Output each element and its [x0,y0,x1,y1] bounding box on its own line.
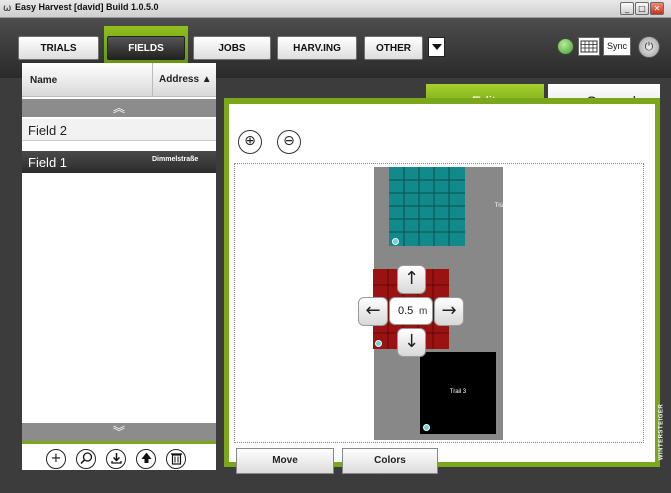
add-field-button[interactable]: + [46,449,66,469]
trial-2-label: Trial 2 [494,203,512,209]
sync-button[interactable]: Sync [603,37,631,56]
tab-fields[interactable]: FIELDS [107,36,185,60]
zoom-in-icon: ⊕ [244,133,256,149]
zoom-out-icon: ⊖ [283,133,295,149]
import-icon [110,453,122,464]
other-dropdown-button[interactable] [428,37,445,57]
import-field-button[interactable] [106,449,126,469]
minimize-button[interactable]: _ [620,2,634,15]
trial-red-anchor-dot[interactable] [375,340,382,347]
tab-other[interactable]: OTHER [364,36,423,60]
close-button[interactable]: ✕ [650,2,664,15]
tab-harv-ing[interactable]: HARV.ING [277,36,357,60]
move-button[interactable]: Move [236,448,334,474]
step-size-unit: m [419,306,428,317]
trial-2-grid [389,167,465,246]
window-title: Easy Harvest [david] Build 1.0.5.0 [15,2,159,12]
field-list-panel: Name Address ▲ ︽ Field 2 Field 1 Dimmels… [22,63,216,467]
power-button[interactable]: ⏻ [638,36,660,58]
field-row[interactable]: Field 2 [22,119,216,141]
move-left-button[interactable]: ← [358,297,388,326]
keyboard-button[interactable] [578,37,600,56]
export-icon [141,452,151,463]
column-address-header[interactable]: Address ▲ [152,63,216,96]
delete-icon [170,453,182,465]
field-actions-bar: + [22,441,216,470]
app-icon: ω [3,3,12,14]
tab-jobs[interactable]: JOBS [193,36,271,60]
tab-trials[interactable]: TRIALS [18,36,99,60]
zoom-in-button[interactable]: ⊕ [238,130,262,154]
move-right-button[interactable]: → [434,297,464,326]
search-icon [79,452,92,465]
power-icon: ⏻ [644,40,654,53]
trial-2-anchor-dot[interactable] [392,238,399,245]
search-field-button[interactable] [76,449,96,469]
arrow-down-icon: ↓ [403,331,420,352]
arrow-left-icon: ← [365,300,381,321]
move-up-button[interactable]: ↑ [397,265,426,294]
maximize-button[interactable]: □ [635,2,649,15]
brand-logo: WINTERSTEIGER [658,403,665,461]
column-name-header[interactable]: Name [30,75,57,86]
arrow-up-icon: ↑ [403,268,420,289]
keyboard-icon [580,40,598,53]
field-name: Field 1 [28,155,68,170]
arrow-right-icon: → [441,300,457,321]
title-bar: ω Easy Harvest [david] Build 1.0.5.0 _ □… [0,0,671,18]
trial-3-label: Trail 3 [449,389,467,395]
scroll-up-button[interactable]: ︽ [22,99,216,117]
field-address: Dimmelstraße [152,156,199,163]
field-row-selected[interactable]: Field 1 Dimmelstraße [22,151,216,173]
connection-status-icon [557,38,574,55]
trial-3-plot[interactable]: Trail 3 [420,352,496,434]
trial-2-plot[interactable]: Trial 2 [389,167,511,246]
colors-button[interactable]: Colors [342,448,438,474]
scroll-down-button[interactable]: ︾ [22,423,216,441]
field-name: Field 2 [28,123,68,138]
add-icon: + [50,451,62,466]
trial-3-anchor-dot[interactable] [423,424,430,431]
zoom-out-button[interactable]: ⊖ [277,130,301,154]
field-list-header: Name Address ▲ [22,63,216,97]
move-down-button[interactable]: ↓ [397,328,426,357]
delete-field-button[interactable] [166,449,186,469]
step-size-field[interactable]: 0.5 m [389,297,433,325]
export-field-button[interactable] [136,449,156,469]
step-size-value: 0.5 [398,305,414,317]
